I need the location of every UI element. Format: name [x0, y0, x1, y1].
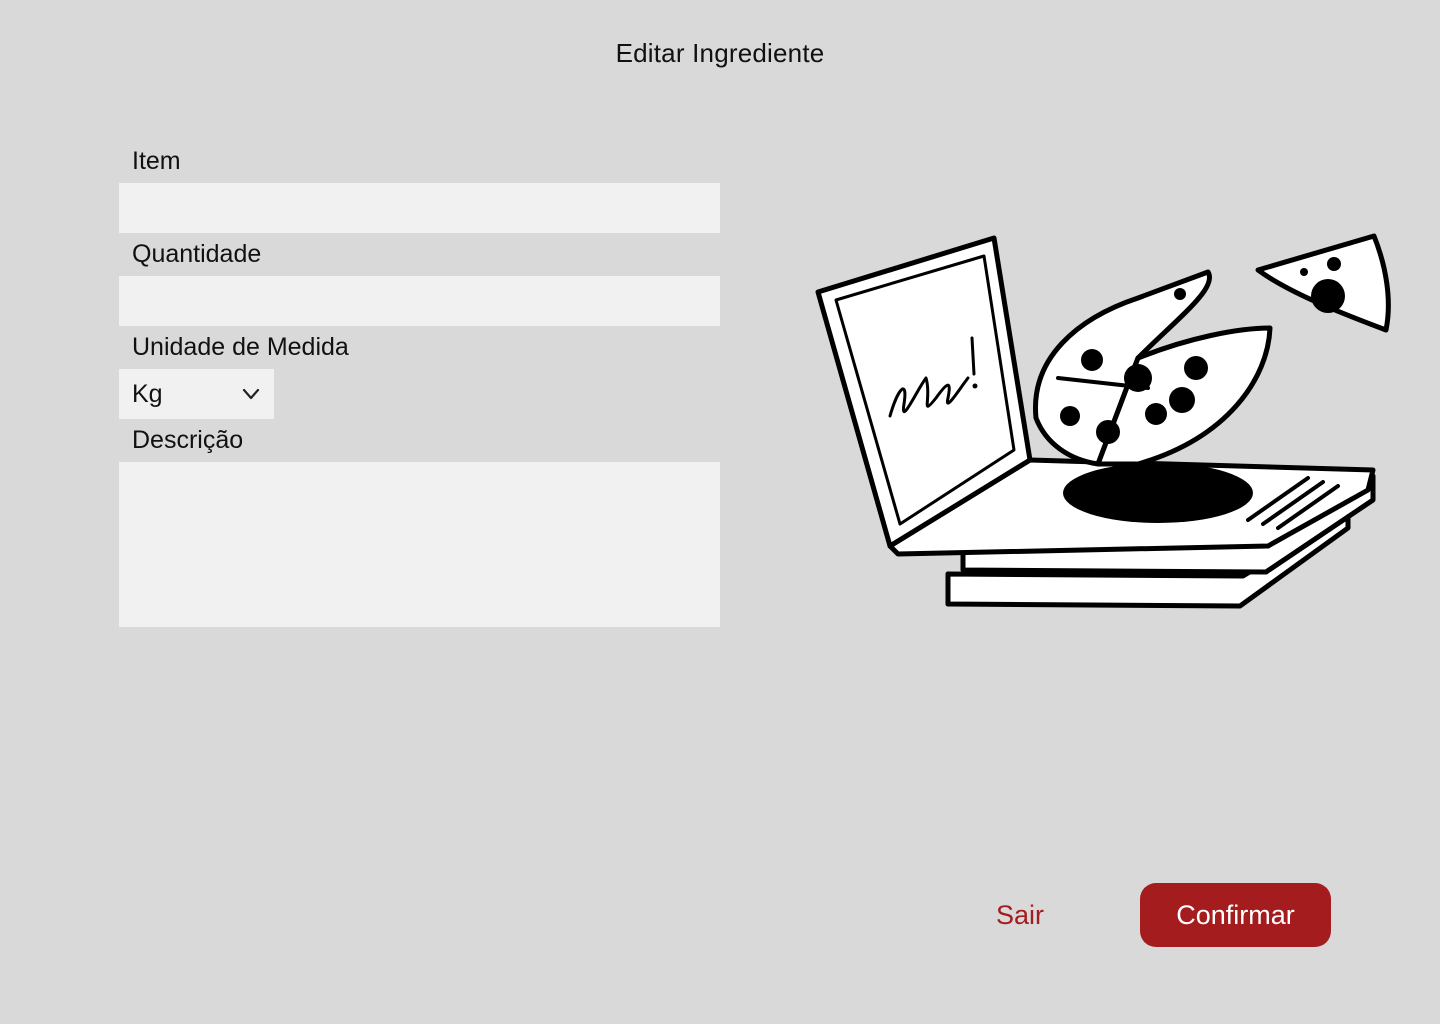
unit-select[interactable]: Kg: [119, 369, 274, 419]
confirm-button[interactable]: Confirmar: [1140, 883, 1331, 947]
item-input[interactable]: [119, 183, 720, 233]
page-title: Editar Ingrediente: [615, 38, 825, 68]
exit-button[interactable]: Sair: [970, 884, 1070, 946]
chevron-down-icon: [241, 384, 261, 404]
quantity-label: Quantidade: [132, 240, 262, 268]
unit-label: Unidade de Medida: [132, 333, 349, 361]
quantity-input[interactable]: [119, 276, 720, 326]
unit-select-value: Kg: [132, 379, 163, 408]
item-label: Item: [132, 147, 181, 175]
pizza-boxes-illustration: [808, 228, 1398, 620]
description-label: Descrição: [132, 426, 244, 454]
description-textarea[interactable]: [119, 462, 720, 627]
